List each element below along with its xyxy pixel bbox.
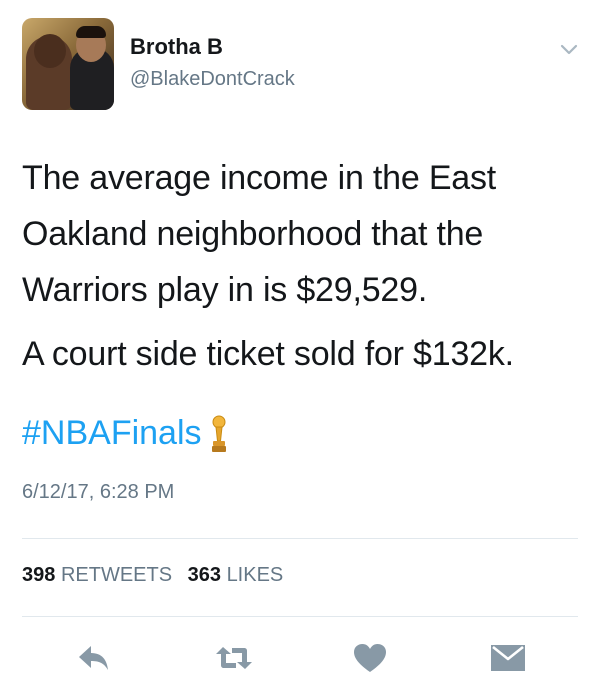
avatar[interactable] bbox=[22, 18, 114, 110]
tweet-stats: 398 RETWEETS 363 LIKES bbox=[22, 564, 283, 587]
chevron-down-icon[interactable] bbox=[558, 38, 580, 60]
hashtag-line: #NBAFinals bbox=[22, 405, 230, 461]
user-handle[interactable]: @BlakeDontCrack bbox=[130, 68, 295, 91]
tweet-text-second-paragraph: A court side ticket sold for $132k. bbox=[22, 335, 514, 373]
retweet-icon bbox=[216, 647, 252, 669]
tweet-timestamp: 6/12/17, 6:28 PM bbox=[22, 481, 175, 503]
reply-icon bbox=[79, 646, 108, 670]
envelope-icon bbox=[491, 645, 525, 671]
direct-message-button[interactable] bbox=[486, 636, 530, 680]
likes-count[interactable]: 363 bbox=[188, 564, 221, 586]
retweets-label[interactable]: RETWEETS bbox=[61, 564, 172, 586]
trophy-icon bbox=[211, 415, 226, 453]
avatar-person-left-head bbox=[34, 34, 66, 68]
tweet-actions bbox=[0, 636, 600, 680]
tweet-text-line: The average income in the East bbox=[22, 159, 497, 197]
tweet-text: The average income in the East Oakland n… bbox=[22, 150, 582, 382]
divider bbox=[22, 616, 578, 617]
retweet-button[interactable] bbox=[212, 636, 256, 680]
like-button[interactable] bbox=[348, 636, 392, 680]
user-name[interactable]: Brotha B bbox=[130, 34, 223, 60]
tweet-header: Brotha B @BlakeDontCrack bbox=[22, 18, 582, 110]
heart-icon bbox=[354, 644, 386, 672]
retweets-count[interactable]: 398 bbox=[22, 564, 55, 586]
avatar-person-right-hair bbox=[76, 26, 106, 38]
tweet-text-line: Warriors play in is $29,529. bbox=[22, 271, 428, 309]
likes-label[interactable]: LIKES bbox=[227, 564, 284, 586]
tweet-text-line: Oakland neighborhood that the bbox=[22, 215, 484, 253]
hashtag-link[interactable]: #NBAFinals bbox=[22, 414, 202, 452]
reply-button[interactable] bbox=[72, 636, 116, 680]
divider bbox=[22, 538, 578, 539]
